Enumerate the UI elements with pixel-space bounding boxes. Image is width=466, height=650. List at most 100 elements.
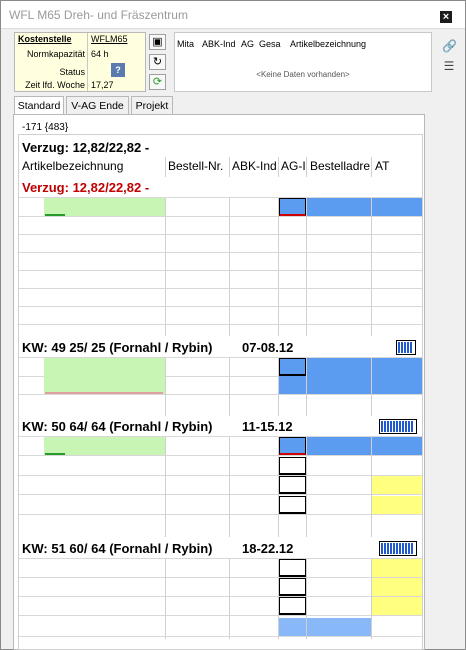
order-number[interactable] — [166, 376, 228, 394]
order-address[interactable] — [307, 559, 371, 577]
order-address[interactable] — [307, 437, 371, 455]
col-abk[interactable]: ABK-Ind — [232, 159, 277, 173]
label-status: Status — [59, 67, 85, 77]
abk-index[interactable] — [230, 496, 277, 514]
col-artikel[interactable]: Artikelbezeichnung — [22, 159, 123, 173]
tab-v-ag-ende[interactable]: V-AG Ende — [66, 96, 129, 116]
status-help-icon[interactable]: ? — [111, 63, 125, 77]
tab-projekt[interactable]: Projekt — [131, 96, 173, 116]
article-name[interactable] — [44, 597, 165, 615]
order-address[interactable] — [307, 578, 371, 596]
col-at[interactable]: AT — [375, 159, 389, 173]
ag-index[interactable] — [279, 578, 306, 596]
order-number[interactable] — [166, 578, 228, 596]
row-divider — [19, 216, 422, 217]
col-abk-ind[interactable]: ABK-Ind — [202, 39, 236, 49]
kw51-title: KW: 51 60/ 64 (Fornahl / Rybin) — [22, 541, 213, 556]
col-mita[interactable]: Mita — [177, 39, 194, 49]
order-number[interactable] — [166, 198, 228, 216]
row-divider — [19, 252, 422, 253]
article-name[interactable] — [44, 358, 165, 376]
ag-index[interactable] — [279, 358, 306, 376]
col-gesa[interactable]: Gesa — [259, 39, 281, 49]
abk-index[interactable] — [230, 376, 277, 394]
col-bestell-nr[interactable]: Bestell-Nr. — [168, 159, 223, 173]
article-name[interactable] — [44, 578, 165, 596]
empty-message: <Keine Daten vorhanden> — [256, 70, 350, 79]
ag-index[interactable] — [279, 437, 306, 455]
abk-index[interactable] — [230, 597, 277, 615]
date-time — [372, 358, 422, 376]
kw49-title: KW: 49 25/ 25 (Fornahl / Rybin) — [22, 340, 213, 355]
order-number[interactable] — [166, 457, 228, 475]
label-zeit: Zeit lfd. Woche — [25, 80, 85, 90]
col-artikelbezeichnung[interactable]: Artikelbezeichnung — [290, 39, 366, 49]
col-bestelladresse[interactable]: Bestelladre — [310, 159, 370, 173]
order-address[interactable] — [307, 597, 371, 615]
ag-index[interactable] — [279, 198, 306, 216]
refresh-icon[interactable]: ↻ — [149, 54, 166, 70]
ag-index[interactable] — [279, 457, 306, 475]
label-kostenstelle: Kostenstelle — [18, 34, 72, 44]
article-name[interactable] — [44, 457, 165, 475]
ag-index[interactable] — [279, 476, 306, 494]
abk-index[interactable] — [230, 358, 277, 376]
window-icon-button[interactable]: ▣ — [149, 34, 166, 50]
order-number[interactable] — [166, 496, 228, 514]
row-number — [20, 358, 42, 376]
order-number[interactable] — [166, 358, 228, 376]
abk-index[interactable] — [230, 198, 277, 216]
order-address[interactable] — [307, 618, 371, 636]
order-address[interactable] — [307, 358, 371, 376]
order-number[interactable] — [166, 618, 228, 636]
ag-index[interactable] — [279, 597, 306, 615]
col-ag-i[interactable]: AG-I — [281, 159, 306, 173]
column-divider — [229, 437, 230, 537]
column-divider — [371, 198, 372, 336]
order-number[interactable] — [166, 597, 228, 615]
list-icon[interactable]: ☰ — [442, 59, 456, 73]
article-name[interactable] — [44, 476, 165, 494]
row-divider — [19, 324, 422, 325]
ag-index[interactable] — [279, 559, 306, 577]
row-number — [20, 597, 42, 615]
column-divider — [229, 358, 230, 416]
column-divider — [278, 437, 279, 537]
order-address[interactable] — [307, 198, 371, 216]
abk-index[interactable] — [230, 618, 277, 636]
date-time — [372, 376, 422, 394]
row-divider — [19, 455, 422, 456]
abk-index[interactable] — [230, 457, 277, 475]
article-name[interactable] — [44, 559, 165, 577]
link-icon[interactable]: 🔗 — [442, 39, 457, 53]
ag-index[interactable] — [279, 376, 306, 394]
sync-icon[interactable]: ⟳ — [149, 74, 166, 90]
abk-index[interactable] — [230, 476, 277, 494]
column-divider — [165, 198, 166, 336]
order-number[interactable] — [166, 437, 228, 455]
column-divider — [278, 559, 279, 639]
val-kostenstelle[interactable]: WFLM65 — [91, 34, 128, 44]
article-name[interactable] — [44, 496, 165, 514]
order-address[interactable] — [307, 457, 371, 475]
date-time — [372, 578, 422, 596]
date-time — [372, 559, 422, 577]
order-number[interactable] — [166, 476, 228, 494]
col-ag[interactable]: AG — [241, 39, 254, 49]
title-bar: WFL M65 Dreh- und Fräszentrum × — [1, 1, 465, 29]
kw51-dates: 18-22.12 — [242, 541, 294, 556]
abk-index[interactable] — [230, 578, 277, 596]
tab-standard[interactable]: Standard — [14, 96, 64, 116]
order-address[interactable] — [307, 376, 371, 394]
abk-index[interactable] — [230, 559, 277, 577]
ag-index[interactable] — [279, 618, 306, 636]
order-address[interactable] — [307, 476, 371, 494]
column-divider — [165, 358, 166, 416]
close-icon[interactable]: × — [440, 11, 452, 23]
order-address[interactable] — [307, 496, 371, 514]
ag-index[interactable] — [279, 496, 306, 514]
order-number[interactable] — [166, 559, 228, 577]
article-name[interactable] — [44, 618, 165, 636]
abk-index[interactable] — [230, 437, 277, 455]
column-divider — [229, 198, 230, 336]
